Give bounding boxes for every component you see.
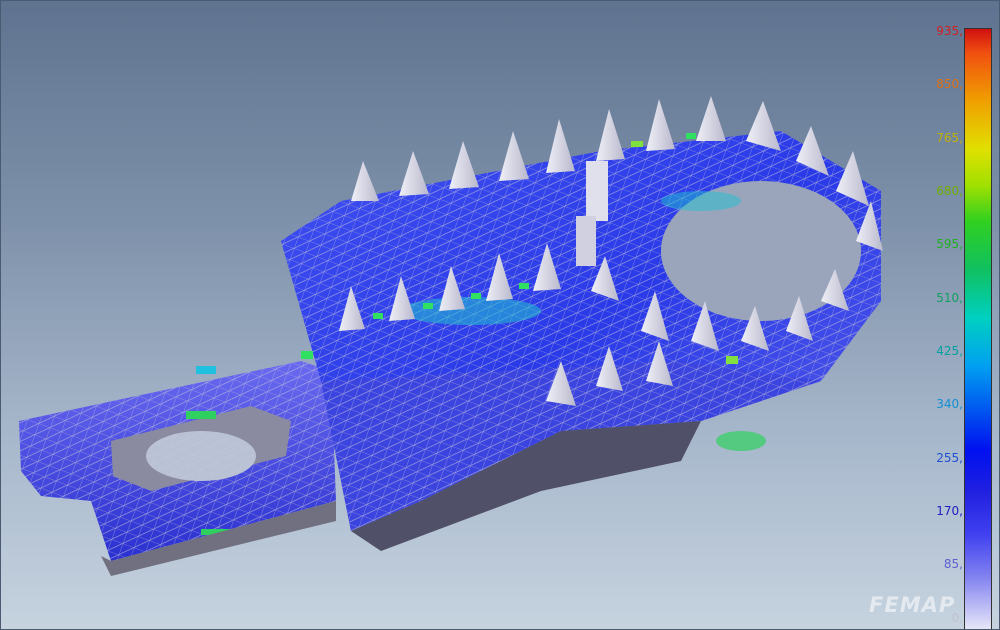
stress-legend: 935, 850, 765, 680, 595, 510, 425, 340, … [921,19,999,629]
legend-label-510: 510, [936,291,963,305]
legend-label-340: 340, [936,397,963,411]
legend-label-85: 85, [943,557,963,571]
legend-label-595: 595, [936,237,963,251]
legend-label-255: 255, [936,451,963,465]
fea-model-render [19,96,883,576]
mounting-bracket [19,361,336,576]
femap-watermark: FEMAP [869,593,956,617]
legend-label-425: 425, [936,344,963,358]
legend-label-935: 935, [936,24,963,38]
legend-label-765: 765, [936,131,963,145]
legend-label-850: 850, [936,77,963,91]
legend-label-680: 680, [936,184,963,198]
fea-viewport[interactable]: 935, 850, 765, 680, 595, 510, 425, 340, … [0,0,1000,630]
legend-label-170: 170, [936,504,963,518]
legend-color-bar [964,28,992,629]
